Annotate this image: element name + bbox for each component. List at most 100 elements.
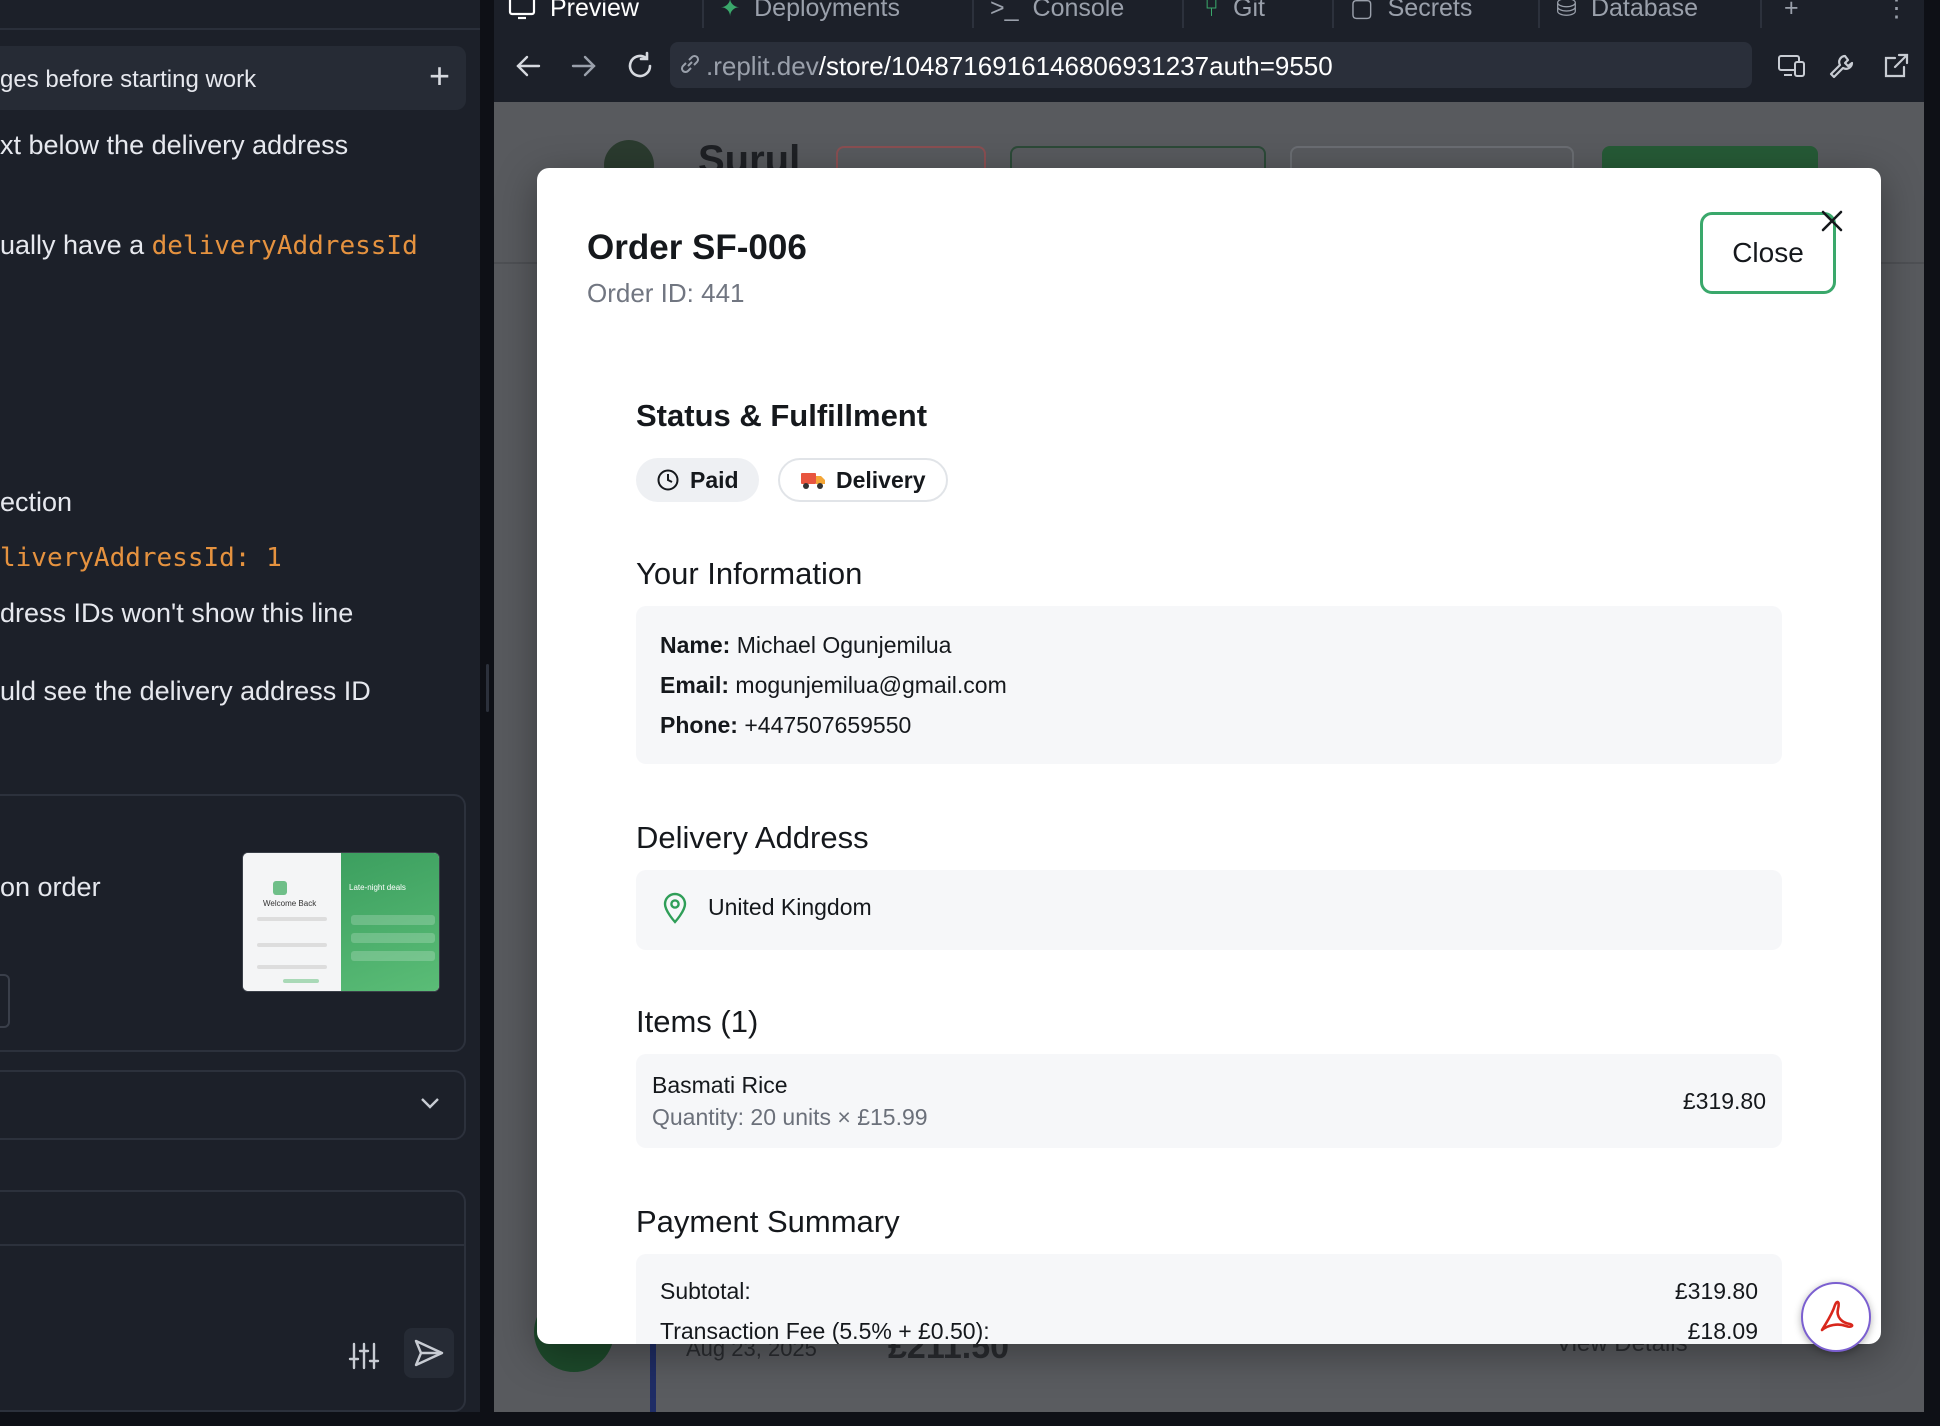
field-label: Email: — [660, 672, 730, 698]
section-title-info: Your Information — [636, 556, 863, 591]
close-icon[interactable] — [1817, 206, 1847, 236]
collapsed-section[interactable] — [0, 1070, 466, 1140]
tab-divider — [1538, 0, 1540, 28]
chat-text: ually have a — [0, 230, 152, 260]
tab-divider — [1332, 0, 1334, 28]
tab-label: Preview — [550, 0, 639, 22]
pdf-icon[interactable] — [1801, 1282, 1871, 1352]
thumbnail-row — [351, 915, 435, 925]
section-title-items: Items (1) — [636, 1004, 759, 1039]
delivery-address-box: United Kingdom — [636, 870, 1782, 950]
url-domain: .replit.dev — [706, 51, 819, 81]
screenshot-thumbnail[interactable]: Welcome Back Late-night deals — [242, 852, 440, 992]
tab-preview[interactable]: Preview — [508, 0, 639, 30]
tab-deployments[interactable]: ✦ Deployments — [720, 0, 900, 30]
section-title-address: Delivery Address — [636, 820, 869, 855]
reload-icon[interactable] — [620, 46, 660, 86]
subtotal-label: Subtotal: — [660, 1278, 751, 1304]
fulfillment-label: Delivery — [836, 466, 926, 493]
panel-resize-handle[interactable] — [480, 0, 494, 1426]
tab-divider — [972, 0, 974, 28]
deploy-icon: ✦ — [720, 0, 741, 22]
more-menu-icon[interactable]: ⋮ — [1884, 0, 1909, 30]
back-arrow-icon[interactable] — [510, 48, 546, 84]
composer-divider — [0, 1244, 464, 1246]
field-label: Phone: — [660, 712, 738, 738]
subtotal-row: Subtotal: £319.80 — [660, 1278, 1758, 1305]
resize-grip[interactable] — [486, 664, 489, 712]
chat-message-line: ection — [0, 487, 73, 517]
thumbnail-row — [351, 951, 435, 961]
chat-message-line: uld see the delivery address ID — [0, 676, 371, 706]
tab-secrets[interactable]: ▢ Secrets — [1350, 0, 1472, 30]
fee-row: Transaction Fee (5.5% + £0.50): £18.09 — [660, 1318, 1758, 1344]
tab-database[interactable]: ⛁ Database — [1556, 0, 1698, 30]
payment-summary-box: Subtotal: £319.80 Transaction Fee (5.5% … — [636, 1254, 1782, 1344]
customer-name-row: Name: Michael Ogunjemilua — [660, 632, 951, 659]
subtotal-value: £319.80 — [1674, 1278, 1758, 1304]
inline-code: deliveryAddressId — [151, 231, 418, 261]
url-text: .replit.dev/store/1048716916146806931237… — [706, 51, 1333, 82]
inline-code: liveryAddressId: 1 — [0, 543, 282, 573]
item-quantity: Quantity: 20 units × £15.99 — [652, 1104, 928, 1130]
monitor-icon — [508, 0, 536, 20]
field-label: Name: — [660, 632, 731, 658]
wrench-icon[interactable] — [1824, 48, 1860, 84]
new-tab-plus-icon[interactable]: + — [1784, 0, 1799, 30]
order-id: Order ID: 441 — [587, 278, 745, 308]
tab-label: Git — [1233, 0, 1265, 22]
link-icon — [678, 52, 702, 81]
url-bar[interactable]: .replit.dev/store/1048716916146806931237… — [670, 42, 1752, 88]
message-composer[interactable] — [0, 1190, 466, 1412]
thumbnail-logo — [273, 881, 287, 895]
plus-icon[interactable]: + — [429, 58, 450, 94]
rollback-button[interactable] — [0, 974, 10, 1028]
tab-label: Console — [1032, 0, 1125, 22]
devices-icon[interactable] — [1774, 48, 1810, 84]
forward-arrow-icon[interactable] — [566, 48, 602, 84]
database-icon: ⛁ — [1556, 0, 1577, 22]
thumbnail-row — [351, 933, 435, 943]
thumbnail-left-pane — [243, 853, 341, 991]
status-badge: Paid — [636, 458, 759, 502]
clock-icon — [657, 469, 679, 491]
item-name: Basmati Rice — [652, 1072, 788, 1098]
fulfillment-badge: Delivery — [778, 458, 948, 502]
section-title-status: Status & Fulfillment — [636, 398, 928, 433]
customer-name: Michael Ogunjemilua — [736, 632, 952, 658]
thumbnail-button — [283, 979, 319, 983]
checkpoint-text: on order — [0, 872, 101, 902]
fee-label: Transaction Fee (5.5% + £0.50): — [660, 1318, 990, 1344]
tab-git[interactable]: ⑂ Git — [1204, 0, 1265, 30]
thumbnail-heading: Late-night deals — [349, 883, 406, 892]
tab-label: Database — [1590, 0, 1698, 22]
thumbnail-heading: Welcome Back — [263, 899, 317, 908]
location-pin-icon — [662, 892, 688, 929]
status-label: Paid — [690, 466, 739, 493]
customer-phone: +447507659550 — [744, 712, 912, 738]
modal-title: Order SF-006 — [587, 228, 807, 267]
customer-phone-row: Phone: +447507659550 — [660, 712, 911, 739]
tab-divider — [1760, 0, 1762, 28]
thumbnail-line — [257, 943, 327, 947]
tab-divider — [1182, 0, 1184, 28]
chevron-down-icon[interactable] — [420, 1090, 440, 1116]
git-icon: ⑂ — [1204, 0, 1220, 22]
terminal-icon: >_ — [990, 0, 1019, 22]
tab-console[interactable]: >_ Console — [990, 0, 1124, 30]
customer-email-row: Email: mogunjemilua@gmail.com — [660, 672, 1007, 699]
settings-sliders-icon[interactable] — [346, 1338, 382, 1374]
fee-value: £18.09 — [1687, 1318, 1758, 1344]
send-icon[interactable] — [404, 1328, 454, 1378]
customer-info-box: Name: Michael Ogunjemilua Email: mogunje… — [636, 606, 1782, 764]
tab-divider — [702, 0, 704, 28]
list-item: Basmati Rice Quantity: 20 units × £15.99… — [636, 1054, 1782, 1148]
close-button[interactable]: Close — [1700, 212, 1836, 294]
order-details-modal: Order SF-006 Order ID: 441 Close Status … — [537, 168, 1881, 1344]
delivery-address: United Kingdom — [708, 894, 872, 920]
open-external-icon[interactable] — [1878, 48, 1914, 84]
task-banner-text: ges before starting work — [0, 66, 257, 93]
task-banner[interactable]: ges before starting work + — [0, 46, 466, 110]
truck-icon — [801, 473, 825, 489]
tab-label: Secrets — [1387, 0, 1473, 22]
